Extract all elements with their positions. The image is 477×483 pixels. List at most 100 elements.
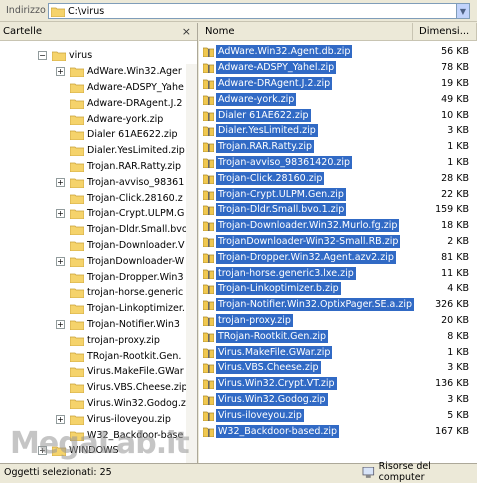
- file-row[interactable]: Virus-iloveyou.zip 5 KB: [199, 407, 477, 423]
- tree-item[interactable]: Adware-DRAgent.J.2: [56, 95, 182, 111]
- tree-item[interactable]: Virus.MakeFile.GWar: [56, 364, 184, 380]
- zip-file-icon: [203, 111, 214, 121]
- file-row[interactable]: TrojanDownloader-Win32-Small.RB.zip 2 KB: [199, 234, 477, 250]
- file-row[interactable]: Adware-york.zip 49 KB: [199, 91, 477, 107]
- file-size: 56 KB: [441, 46, 469, 58]
- file-row[interactable]: trojan-horse.generic3.lxe.zip 11 KB: [199, 265, 477, 281]
- file-name: Trojan-Dropper.Win32.Agent.azv2.zip: [216, 250, 396, 264]
- column-header-name[interactable]: Nome: [199, 23, 413, 40]
- tree-item[interactable]: + Trojan-avviso_98361: [56, 174, 184, 190]
- folder-tree-pane: Cartelle × − virus + AdWare.Win32.Ager Adwar…: [0, 23, 198, 463]
- tree-item[interactable]: Trojan-Downloader.V: [56, 238, 184, 254]
- tree-item[interactable]: + AdWare.Win32.Ager: [56, 64, 182, 80]
- folder-icon: [70, 366, 87, 378]
- file-size: 167 KB: [435, 425, 469, 437]
- expand-icon[interactable]: +: [56, 414, 65, 424]
- expand-icon[interactable]: +: [56, 319, 65, 329]
- expand-icon[interactable]: +: [56, 209, 65, 219]
- folder-label: trojan-proxy.zip: [87, 334, 160, 346]
- tree-item[interactable]: Virus.Win32.Godog.z: [56, 396, 186, 412]
- file-row[interactable]: Trojan-avviso_98361420.zip 1 KB: [199, 155, 477, 171]
- expand-icon[interactable]: +: [56, 177, 65, 187]
- file-row[interactable]: Virus.Win32.Crypt.VT.zip 136 KB: [199, 376, 477, 392]
- tree-item[interactable]: Dialer 61AE622.zip: [56, 127, 178, 143]
- file-row[interactable]: Trojan.RAR.Ratty.zip 1 KB: [199, 139, 477, 155]
- file-name: Adware-york.zip: [216, 92, 297, 106]
- file-row[interactable]: Adware-DRAgent.J.2.zip 19 KB: [199, 76, 477, 92]
- file-list-pane: Nome Dimensi... AdWare.Win32.Agent.db.zi…: [199, 23, 477, 463]
- zip-file-icon: [203, 411, 214, 421]
- tree-item[interactable]: Dialer.YesLimited.zip: [56, 143, 185, 159]
- file-row[interactable]: Virus.MakeFile.GWar.zip 1 KB: [199, 344, 477, 360]
- tree-item[interactable]: Trojan-Linkoptimizer.: [56, 301, 185, 317]
- file-row[interactable]: Trojan-Dropper.Win32.Agent.azv2.zip 81 KB: [199, 249, 477, 265]
- tree-item[interactable]: Adware-york.zip: [56, 111, 163, 127]
- tree-item[interactable]: Adware-ADSPY_Yahe: [56, 80, 184, 96]
- tree-item[interactable]: Trojan.RAR.Ratty.zip: [56, 159, 181, 175]
- close-icon[interactable]: ×: [182, 25, 191, 38]
- file-row[interactable]: Trojan-Notifier.Win32.OptixPager.SE.a.zi…: [199, 297, 477, 313]
- address-dropdown-button[interactable]: ▼: [456, 3, 470, 19]
- file-size: 1 KB: [447, 141, 469, 153]
- folder-icon: [70, 398, 87, 409]
- folder-label: Trojan-Click.28160.z: [87, 192, 183, 204]
- file-name: Trojan.RAR.Ratty.zip: [216, 140, 315, 154]
- expand-icon[interactable]: +: [56, 67, 65, 77]
- file-row[interactable]: W32_Backdoor-based.zip 167 KB: [199, 423, 477, 439]
- file-row[interactable]: AdWare.Win32.Agent.db.zip 56 KB: [199, 44, 477, 60]
- tree-item[interactable]: Trojan-Dropper.Win3: [56, 269, 184, 285]
- file-name: Virus.VBS.Cheese.zip: [216, 361, 321, 375]
- folder-icon: [70, 335, 87, 346]
- file-row[interactable]: Trojan-Linkoptimizer.b.zip 4 KB: [199, 281, 477, 297]
- file-name: Dialer 61AE622.zip: [216, 108, 311, 122]
- folder-icon: [70, 256, 87, 267]
- file-size: 3 KB: [447, 362, 469, 374]
- file-row[interactable]: Virus.Win32.Godog.zip 3 KB: [199, 392, 477, 408]
- file-name-cell: Virus.VBS.Cheese.zip: [203, 360, 321, 376]
- zip-file-icon: [203, 316, 214, 326]
- tree-item[interactable]: + Trojan-Notifier.Win3: [56, 317, 180, 333]
- file-size: 78 KB: [441, 62, 469, 74]
- file-name: TrojanDownloader-Win32-Small.RB.zip: [216, 234, 401, 248]
- folder-icon: [70, 145, 87, 157]
- folder-label: Virus.MakeFile.GWar: [87, 366, 184, 378]
- file-row[interactable]: Trojan-Crypt.ULPM.Gen.zip 22 KB: [199, 186, 477, 202]
- zip-file-icon: [203, 206, 214, 216]
- column-header-size[interactable]: Dimensi...: [413, 23, 477, 40]
- tree-item[interactable]: trojan-horse.generic: [56, 285, 183, 301]
- file-row[interactable]: Adware-ADSPY_Yahel.zip 78 KB: [199, 60, 477, 76]
- file-name: Trojan-avviso_98361420.zip: [216, 155, 353, 169]
- address-input[interactable]: C:\virus: [48, 3, 457, 19]
- file-row[interactable]: Dialer.YesLimited.zip 3 KB: [199, 123, 477, 139]
- folder-icon: [70, 382, 87, 394]
- expand-icon[interactable]: +: [56, 256, 65, 266]
- file-row[interactable]: Dialer 61AE622.zip 10 KB: [199, 107, 477, 123]
- file-row[interactable]: TRojan-Rootkit.Gen.zip 8 KB: [199, 328, 477, 344]
- file-name: Trojan-Crypt.ULPM.Gen.zip: [216, 187, 346, 201]
- file-row[interactable]: Trojan-Downloader.Win32.Murlo.fg.zip 18 K…: [199, 218, 477, 234]
- file-row[interactable]: Trojan-Dldr.Small.bvo.1.zip 159 KB: [199, 202, 477, 218]
- zip-file-icon: [203, 332, 214, 342]
- tree-item[interactable]: TRojan-Rootkit.Gen.: [56, 348, 181, 364]
- file-row[interactable]: Trojan-Click.28160.zip 28 KB: [199, 170, 477, 186]
- folder-icon: [70, 82, 87, 93]
- folder-label: TRojan-Rootkit.Gen.: [87, 350, 182, 362]
- file-size: 326 KB: [435, 299, 469, 311]
- tree-item[interactable]: + Trojan-Crypt.ULPM.G: [56, 206, 184, 222]
- tree-item-virus[interactable]: − virus: [38, 48, 92, 64]
- tree-item[interactable]: Trojan-Dldr.Small.bvo: [56, 222, 188, 238]
- file-row[interactable]: trojan-proxy.zip 20 KB: [199, 313, 477, 329]
- folder-icon: [70, 272, 87, 283]
- watermark-logo: MegaLab.it: [10, 426, 190, 461]
- tree-item[interactable]: trojan-proxy.zip: [56, 332, 160, 348]
- tree-item[interactable]: Virus.VBS.Cheese.zip: [56, 380, 188, 396]
- folder-icon: [70, 319, 87, 330]
- computer-icon: [362, 466, 375, 478]
- tree-item[interactable]: + TrojanDownloader-W: [56, 253, 184, 269]
- tree-scrollbar[interactable]: [186, 64, 197, 463]
- file-row[interactable]: Virus.VBS.Cheese.zip 3 KB: [199, 360, 477, 376]
- expand-icon[interactable]: −: [38, 51, 47, 61]
- tree-item[interactable]: Trojan-Click.28160.z: [56, 190, 183, 206]
- tree-item[interactable]: + Virus-iloveyou.zip: [56, 411, 171, 427]
- folder-icon: [51, 7, 65, 17]
